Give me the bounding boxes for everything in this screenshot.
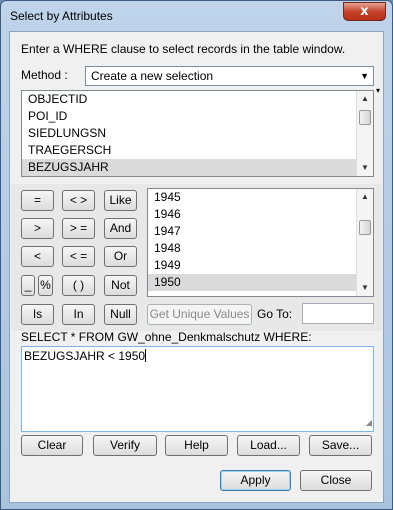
like-button[interactable]: Like xyxy=(104,190,137,211)
null-button[interactable]: Null xyxy=(104,304,137,325)
chevron-down-icon: ▼ xyxy=(360,71,369,81)
is-button[interactable]: Is xyxy=(21,304,54,325)
scroll-down-icon[interactable]: ▼ xyxy=(357,160,373,176)
select-by-attributes-dialog: Select by Attributes x Enter a WHERE cla… xyxy=(0,0,393,510)
in-button[interactable]: In xyxy=(62,304,95,325)
load-button[interactable]: Load... xyxy=(237,435,300,456)
not-button[interactable]: Not xyxy=(104,275,137,296)
sql-prefix-label: SELECT * FROM GW_ohne_Denkmalschutz WHER… xyxy=(21,330,312,344)
close-icon[interactable]: x xyxy=(343,2,386,21)
value-list-item[interactable]: 1950 xyxy=(148,274,373,291)
instructions-text: Enter a WHERE clause to select records i… xyxy=(21,42,346,56)
field-list-item[interactable]: TRAEGERSCH xyxy=(22,142,373,159)
fields-list[interactable]: OBJECTID POI_ID SIEDLUNGSN TRAEGERSCH BEZUGS… xyxy=(21,90,374,177)
values-scrollbar[interactable]: ▲ ▼ xyxy=(356,189,373,296)
verify-button[interactable]: Verify xyxy=(93,435,157,456)
field-list-item[interactable]: SIEDLUNGSN xyxy=(22,125,373,142)
method-dropdown[interactable]: Create a new selection ▼ xyxy=(85,66,374,86)
apply-button[interactable]: Apply xyxy=(220,470,291,491)
not-equal-button[interactable]: < > xyxy=(62,190,95,211)
field-list-item[interactable]: OBJECTID xyxy=(22,91,373,108)
parentheses-button[interactable]: ( ) xyxy=(62,275,95,296)
get-unique-values-button[interactable]: Get Unique Values xyxy=(147,304,252,325)
value-list-item[interactable]: 1946 xyxy=(148,206,373,223)
window-title: Select by Attributes xyxy=(10,9,113,23)
and-button[interactable]: And xyxy=(104,218,137,239)
greater-equal-button[interactable]: > = xyxy=(62,218,95,239)
resize-grip-icon: ◢ xyxy=(365,418,372,427)
underscore-wildcard-button[interactable]: _ xyxy=(21,275,35,296)
scroll-down-icon[interactable]: ▼ xyxy=(357,280,373,296)
where-clause-text: BEZUGSJAHR < 1950 xyxy=(24,349,146,363)
close-button[interactable]: Close xyxy=(300,470,372,491)
greater-than-button[interactable]: > xyxy=(21,218,54,239)
text-caret xyxy=(145,349,147,362)
less-than-button[interactable]: < xyxy=(21,246,54,267)
fields-scrollbar[interactable]: ▲ ▼ xyxy=(356,91,373,176)
where-clause-editor[interactable]: BEZUGSJAHR < 1950 ◢ xyxy=(21,346,374,432)
list-options-icon[interactable]: ▾ xyxy=(376,86,380,95)
method-selected-value: Create a new selection xyxy=(91,69,214,83)
clear-button[interactable]: Clear xyxy=(21,435,83,456)
unique-values-list[interactable]: 1945 1946 1947 1948 1949 1950 ▲ ▼ xyxy=(147,188,374,297)
scroll-up-icon[interactable]: ▲ xyxy=(357,189,373,205)
or-button[interactable]: Or xyxy=(104,246,137,267)
field-list-item[interactable]: BEZUGSJAHR xyxy=(22,159,373,176)
scroll-thumb[interactable] xyxy=(359,110,371,125)
method-label: Method : xyxy=(21,68,68,82)
dialog-body: Enter a WHERE clause to select records i… xyxy=(9,31,384,503)
value-list-item[interactable]: 1945 xyxy=(148,189,373,206)
value-list-item[interactable]: 1949 xyxy=(148,257,373,274)
scroll-up-icon[interactable]: ▲ xyxy=(357,91,373,107)
scroll-thumb[interactable] xyxy=(359,220,371,235)
go-to-input[interactable] xyxy=(302,303,374,324)
go-to-label: Go To: xyxy=(257,307,293,321)
value-list-item[interactable]: 1947 xyxy=(148,223,373,240)
field-list-item[interactable]: POI_ID xyxy=(22,108,373,125)
help-button[interactable]: Help xyxy=(165,435,228,456)
less-equal-button[interactable]: < = xyxy=(62,246,95,267)
percent-wildcard-button[interactable]: % xyxy=(38,275,53,296)
value-list-item[interactable]: 1948 xyxy=(148,240,373,257)
save-button[interactable]: Save... xyxy=(309,435,372,456)
title-bar[interactable]: Select by Attributes x xyxy=(1,1,392,31)
equals-button[interactable]: = xyxy=(21,190,54,211)
